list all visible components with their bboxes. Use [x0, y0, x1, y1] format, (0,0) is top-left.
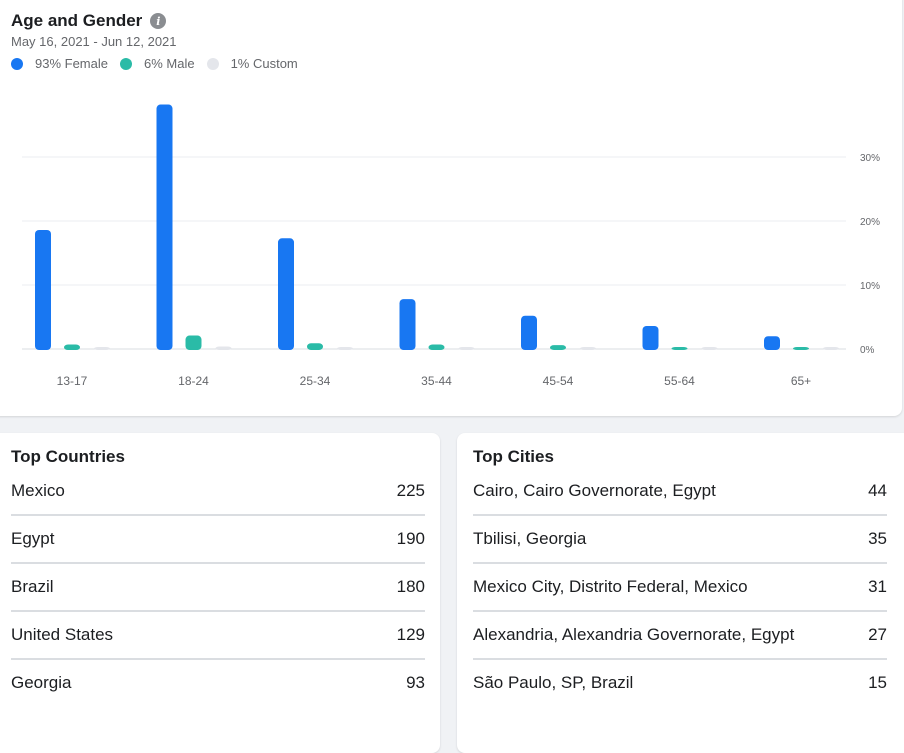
x-tick-label: 25-34	[300, 374, 331, 388]
bar-male	[671, 347, 688, 350]
bar-custom	[458, 347, 475, 350]
list-item: Alexandria, Alexandria Governorate, Egyp…	[473, 612, 887, 660]
bar-male	[550, 345, 566, 350]
bar-male	[793, 347, 809, 350]
y-tick-label: 10%	[860, 281, 880, 292]
city-value: 44	[868, 481, 887, 500]
city-value: 31	[868, 577, 887, 596]
bar-custom	[94, 347, 110, 350]
bar-male	[185, 335, 202, 350]
x-tick-label: 55-64	[664, 374, 695, 388]
x-tick-label: 18-24	[178, 374, 209, 388]
top-cities-title: Top Cities	[473, 447, 554, 466]
city-value: 35	[868, 529, 887, 548]
country-value: 225	[396, 481, 425, 500]
list-item: Mexico 225	[11, 468, 425, 516]
city-name: Tbilisi, Georgia	[473, 529, 587, 548]
top-countries-card: Top Countries Mexico 225 Egypt 190 Brazi…	[0, 433, 440, 753]
top-countries-list: Mexico 225 Egypt 190 Brazil 180 United S…	[11, 468, 425, 706]
bar-female	[278, 238, 294, 350]
country-value: 180	[396, 577, 425, 596]
bar-custom	[701, 347, 718, 350]
x-tick-label: 35-44	[421, 374, 452, 388]
city-value: 15	[868, 673, 887, 692]
bar-female	[35, 229, 51, 350]
bar-custom	[215, 346, 232, 350]
top-countries-title: Top Countries	[11, 447, 125, 466]
top-cities-list: Cairo, Cairo Governorate, Egypt 44 Tbili…	[473, 468, 887, 706]
country-value: 129	[396, 625, 425, 644]
list-item: São Paulo, SP, Brazil 15	[473, 660, 887, 706]
list-item: Egypt 190	[11, 516, 425, 564]
bar-custom	[337, 347, 353, 350]
city-name: Mexico City, Distrito Federal, Mexico	[473, 577, 748, 596]
list-item: Brazil 180	[11, 564, 425, 612]
bar-male	[64, 344, 80, 350]
y-tick-label: 30%	[860, 153, 880, 164]
country-value: 190	[396, 529, 425, 548]
country-name: Egypt	[11, 529, 55, 548]
bar-custom	[823, 347, 839, 350]
city-name: Cairo, Cairo Governorate, Egypt	[473, 481, 716, 500]
country-name: United States	[11, 625, 114, 644]
city-name: Alexandria, Alexandria Governorate, Egyp…	[473, 625, 795, 644]
city-name: São Paulo, SP, Brazil	[473, 673, 634, 692]
top-cities-card: Top Cities Cairo, Cairo Governorate, Egy…	[457, 433, 904, 753]
bar-male	[307, 343, 323, 350]
bar-female	[399, 299, 416, 350]
list-item: Mexico City, Distrito Federal, Mexico 31	[473, 564, 887, 612]
x-tick-label: 45-54	[543, 374, 574, 388]
bar-male	[428, 344, 445, 350]
bar-female	[156, 104, 173, 351]
list-item: United States 129	[11, 612, 425, 660]
y-tick-label: 0%	[860, 345, 875, 356]
bar-custom	[580, 347, 596, 350]
x-tick-label: 13-17	[57, 374, 88, 388]
country-name: Brazil	[11, 577, 54, 596]
country-value: 93	[406, 673, 425, 692]
bar-female	[642, 325, 659, 350]
country-name: Georgia	[11, 673, 72, 692]
age-gender-card: Age and Gender i May 16, 2021 - Jun 12, …	[0, 0, 902, 416]
list-item: Georgia 93	[11, 660, 425, 706]
bar-female	[521, 315, 537, 350]
x-tick-label: 65+	[791, 374, 811, 388]
y-tick-label: 20%	[860, 217, 880, 228]
city-value: 27	[868, 625, 887, 644]
country-name: Mexico	[11, 481, 65, 500]
list-item: Cairo, Cairo Governorate, Egypt 44	[473, 468, 887, 516]
list-item: Tbilisi, Georgia 35	[473, 516, 887, 564]
bar-female	[764, 336, 780, 350]
age-gender-bar-chart: 0% 10% 20% 30% 13-17 18-24 25-34 35-44 45-54 55-6…	[22, 104, 880, 388]
